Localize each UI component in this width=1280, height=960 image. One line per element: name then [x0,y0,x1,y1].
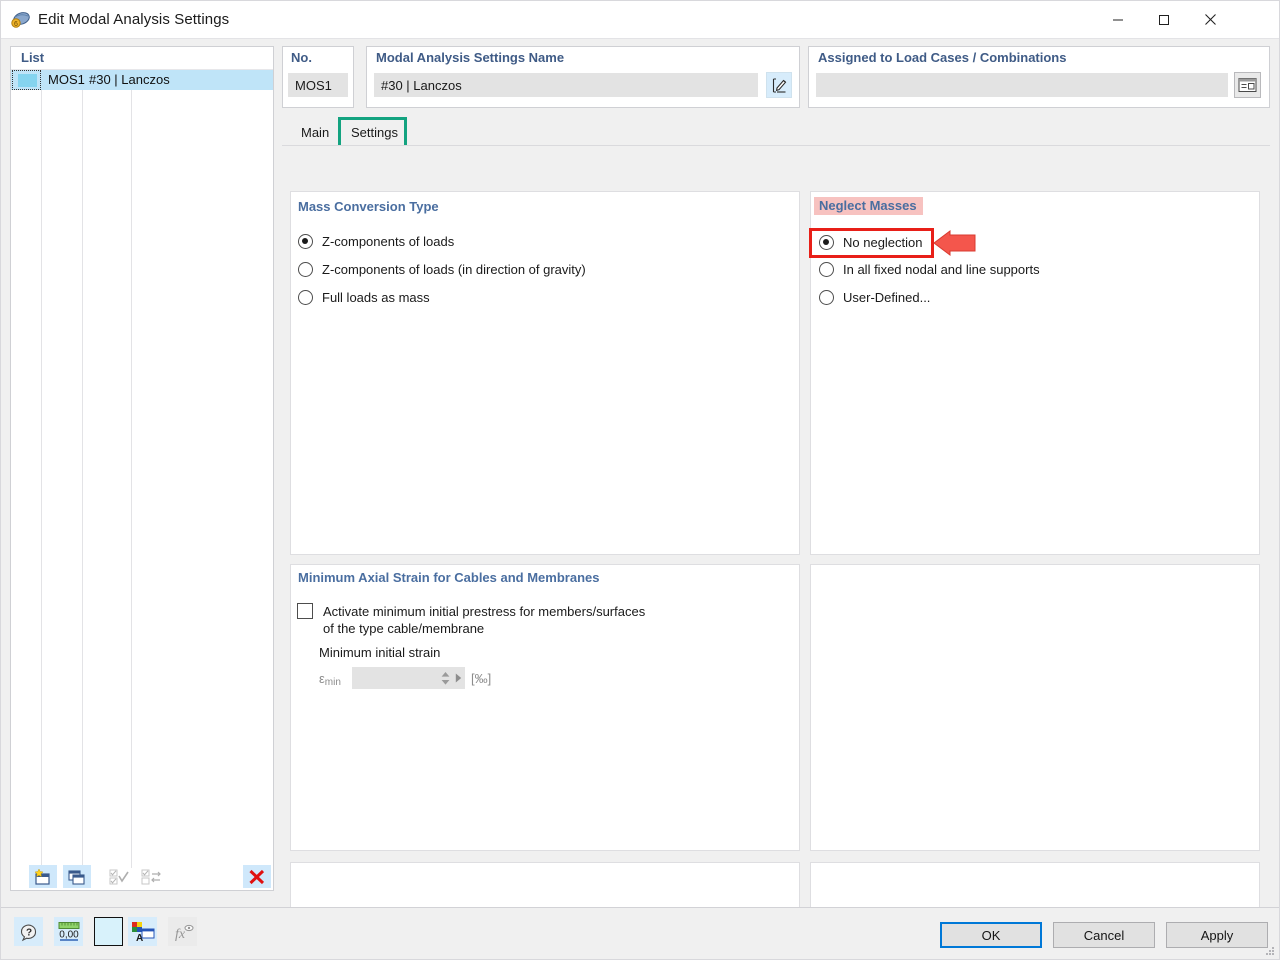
mass-conversion-title: Mass Conversion Type [298,199,439,214]
new-button[interactable] [29,865,57,888]
radio-indicator [298,290,313,305]
checkbox-label-line1: Activate minimum initial prestress for m… [323,604,645,619]
epsilon-min-symbol: εmin [319,671,341,688]
units-icon[interactable]: 0,00 [54,917,83,946]
epsilon-unit: [‰] [471,671,491,686]
modal-analysis-icon: 6 [10,9,32,31]
ok-button-label: OK [982,928,1001,943]
no-field-label: No. [291,50,312,65]
radio-label: No neglection [843,235,923,250]
select-all-button[interactable] [105,865,133,888]
dialog-footer: ? 0,00 A [1,907,1279,959]
name-input[interactable] [374,73,758,97]
radio-indicator [298,262,313,277]
copy-button[interactable] [63,865,91,888]
load-case-picker-icon[interactable] [1234,72,1261,98]
neglect-masses-title: Neglect Masses [814,197,923,215]
radio-indicator [298,234,313,249]
min-initial-strain-label: Minimum initial strain [319,645,440,660]
row-code: MOS1 [48,72,85,87]
tab-main-label: Main [301,125,329,140]
row-color-swatch [18,74,37,87]
checkbox-activate-min-prestress[interactable]: Activate minimum initial prestress for m… [297,603,697,637]
invert-selection-button[interactable] [137,865,165,888]
svg-text:fx: fx [175,927,186,942]
resize-grip[interactable] [1264,945,1276,957]
radio-user-defined[interactable]: User-Defined... [819,290,930,305]
radio-label: Full loads as mass [322,290,430,305]
radio-all-fixed-nodal-line-supports[interactable]: In all fixed nodal and line supports [819,262,1040,277]
svg-text:6: 6 [14,21,18,28]
tab-main[interactable]: Main [288,119,342,146]
checkbox-label-line2: of the type cable/membrane [323,621,484,636]
radio-label: In all fixed nodal and line supports [843,262,1040,277]
row-name: #30 | Lanczos [89,72,170,87]
tab-settings[interactable]: Settings [338,119,411,146]
svg-text:?: ? [25,927,31,938]
name-field-label: Modal Analysis Settings Name [376,50,564,65]
help-icon[interactable]: ? [14,917,43,946]
no-input[interactable] [288,73,348,97]
column-separator [82,70,83,868]
radio-z-components-gravity[interactable]: Z-components of loads (in direction of g… [298,262,586,277]
ok-button[interactable]: OK [940,922,1042,948]
right-secondary-panel [810,564,1260,851]
radio-full-loads-as-mass[interactable]: Full loads as mass [298,290,430,305]
title-bar: 6 Edit Modal Analysis Settings [1,1,1279,39]
list-grid[interactable]: MOS1 #30 | Lanczos [11,69,273,867]
list-toolbar [11,865,273,890]
epsilon-subscript: min [325,677,341,688]
color-swatch-icon[interactable] [94,917,123,946]
assigned-input[interactable] [816,73,1228,97]
radio-z-components-of-loads[interactable]: Z-components of loads [298,234,454,249]
apply-button[interactable]: Apply [1166,922,1268,948]
row-focus-cell[interactable] [13,71,40,89]
radio-no-neglection[interactable]: No neglection [819,235,923,250]
tab-strip: Main Settings [282,119,1270,147]
assigned-field-label: Assigned to Load Cases / Combinations [818,50,1066,65]
dialog-window: 6 Edit Modal Analysis Settings List [0,0,1280,960]
checkbox-label: Activate minimum initial prestress for m… [323,603,645,637]
minimize-button[interactable] [1095,1,1141,38]
column-separator [41,70,42,868]
svg-text:0,00: 0,00 [59,929,79,940]
radio-indicator [819,290,834,305]
close-button[interactable] [1187,1,1233,38]
epsilon-min-input[interactable] [352,667,442,689]
edit-pencil-icon[interactable] [766,72,792,98]
radio-label: Z-components of loads (in direction of g… [322,262,586,277]
list-header-label: List [21,50,44,65]
apply-button-label: Apply [1201,928,1234,943]
label-style-icon[interactable]: A [128,917,157,946]
checkbox-indicator [297,603,313,619]
maximize-button[interactable] [1141,1,1187,38]
radio-label: Z-components of loads [322,234,454,249]
column-separator [131,70,132,868]
list-header: List [11,47,273,69]
radio-indicator [819,262,834,277]
epsilon-expand-button[interactable] [451,667,465,689]
radio-indicator [819,235,834,250]
function-fx-icon[interactable]: fx [168,917,197,946]
cancel-button[interactable]: Cancel [1053,922,1155,948]
cancel-button-label: Cancel [1084,928,1124,943]
delete-button[interactable] [243,865,271,888]
window-title: Edit Modal Analysis Settings [38,11,229,28]
table-row[interactable]: MOS1 #30 | Lanczos [11,70,273,90]
radio-label: User-Defined... [843,290,930,305]
tab-settings-label: Settings [351,125,398,140]
list-panel: List MOS1 #30 | Lanczos [10,46,274,891]
dialog-body: List MOS1 #30 | Lanczos [1,39,1279,907]
min-axial-strain-title: Minimum Axial Strain for Cables and Memb… [298,570,599,585]
